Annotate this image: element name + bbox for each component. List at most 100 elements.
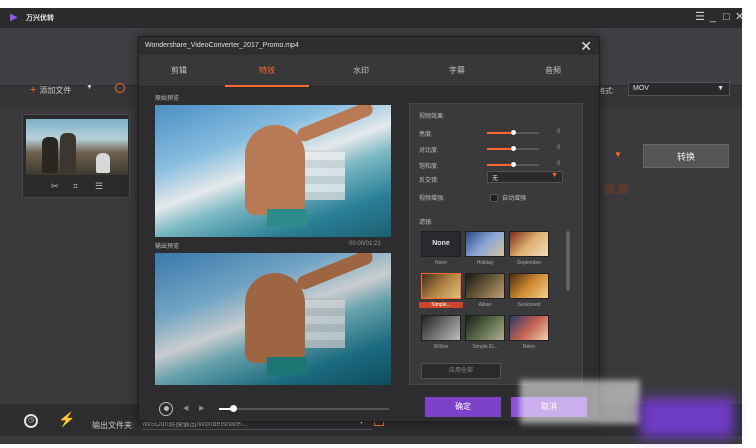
brightness-handle[interactable] xyxy=(511,130,516,135)
apply-all-button[interactable]: 应用全部 xyxy=(421,363,501,379)
preview-figure xyxy=(245,125,305,215)
output-preview xyxy=(155,253,391,385)
minimize-button[interactable]: _ xyxy=(710,11,716,23)
brightness-value: 0 xyxy=(557,129,561,135)
original-preview-label: 原始预览 xyxy=(155,96,180,102)
tab-effect[interactable]: 特效 xyxy=(237,65,297,76)
record-icon[interactable] xyxy=(115,83,125,93)
convert-button[interactable]: 转换 xyxy=(643,144,729,168)
filter-name: September xyxy=(516,260,542,266)
blurred-overlay xyxy=(520,380,640,424)
plus-icon: + xyxy=(30,84,37,96)
filter-tile[interactable] xyxy=(465,231,505,257)
brightness-label: 亮度: xyxy=(419,132,433,138)
crop-icon[interactable]: ⌗ xyxy=(73,181,78,192)
maximize-button[interactable]: □ xyxy=(723,11,730,23)
seek-handle[interactable] xyxy=(230,405,237,412)
mosaic-overlay xyxy=(305,298,345,348)
edit-dialog: Wondershare_VideoConverter_2017_Promo.mp… xyxy=(138,36,600,422)
tab-subtitle[interactable]: 字幕 xyxy=(427,65,487,76)
contrast-handle[interactable] xyxy=(511,146,516,151)
play-icon[interactable] xyxy=(159,402,173,416)
saturation-fill xyxy=(487,164,513,166)
filter-name: Willow xyxy=(433,344,449,350)
chevron-down-icon[interactable]: ▼ xyxy=(614,150,622,159)
filter-tile[interactable] xyxy=(465,315,505,341)
auto-enhance-checkbox[interactable] xyxy=(490,194,498,202)
original-preview xyxy=(155,105,391,237)
title-bar: ▶ 万兴优转 ☰ _ □ ✕ xyxy=(0,8,744,28)
edit-icon[interactable] xyxy=(605,184,615,194)
video-thumbnail[interactable] xyxy=(26,119,128,175)
video-effects-label: 视频效果: xyxy=(419,114,445,120)
filter-none-text: None xyxy=(432,240,450,247)
chevron-down-icon: ▼ xyxy=(551,172,558,179)
ok-button[interactable]: 确定 xyxy=(425,397,501,417)
preview-figure-shorts xyxy=(267,357,307,375)
brightness-fill xyxy=(487,132,513,134)
output-preview-label: 输出预览 xyxy=(155,244,180,250)
info-icon[interactable] xyxy=(618,184,628,194)
dialog-tabs: 剪辑 特效 水印 字幕 音频 xyxy=(139,55,599,87)
output-format-select[interactable]: MOV ▼ xyxy=(628,82,730,96)
thumbnail-figure xyxy=(42,137,58,173)
add-file-dropdown-icon[interactable]: ▼ xyxy=(86,84,93,91)
filter-tile[interactable] xyxy=(509,315,549,341)
deinterlace-value: 无 xyxy=(492,176,499,182)
tab-audio[interactable]: 音频 xyxy=(523,65,583,76)
playback-time: 00:00/01:21 xyxy=(349,241,381,247)
active-tab-indicator xyxy=(225,85,309,87)
filter-tile[interactable] xyxy=(421,315,461,341)
enhance-label: 视频增强: xyxy=(419,196,445,202)
tab-crop[interactable]: 剪辑 xyxy=(149,65,209,76)
filter-name: Simple El... xyxy=(472,344,498,350)
contrast-fill xyxy=(487,148,513,150)
preview-figure-arm xyxy=(295,105,375,144)
filter-tile[interactable] xyxy=(509,273,549,299)
filter-name: Holiday xyxy=(476,260,494,266)
filter-tile[interactable] xyxy=(509,231,549,257)
menu-icon[interactable]: ☰ xyxy=(695,11,705,23)
seek-track[interactable] xyxy=(219,408,389,410)
output-folder-label: 输出文件夹: xyxy=(92,421,135,430)
effects-icon[interactable]: ☰ xyxy=(95,181,103,192)
filter-name: Aibao xyxy=(478,302,492,308)
saturation-label: 饱和度: xyxy=(419,164,439,170)
thumbnail-figure xyxy=(60,133,76,173)
deinterlace-select[interactable]: 无 ▼ xyxy=(487,171,563,183)
filter-scrollbar[interactable] xyxy=(566,231,570,291)
scissors-icon[interactable]: ✂ xyxy=(51,181,59,192)
filter-tile[interactable]: None xyxy=(421,231,461,257)
dialog-title: Wondershare_VideoConverter_2017_Promo.mp… xyxy=(145,42,299,49)
filter-name: Simple... xyxy=(419,302,463,308)
chevron-down-icon: ▼ xyxy=(717,85,724,92)
dialog-close-button[interactable]: ✕ xyxy=(580,38,592,55)
app-logo-icon: ▶ xyxy=(10,12,18,23)
previous-frame-icon[interactable]: ◀ xyxy=(183,404,188,412)
preview-figure xyxy=(245,273,305,363)
filter-label: 滤镜: xyxy=(419,220,433,226)
saturation-handle[interactable] xyxy=(511,162,516,167)
file-item-card[interactable]: ✂ ⌗ ☰ xyxy=(22,114,130,198)
tab-watermark[interactable]: 水印 xyxy=(331,65,391,76)
output-format-value: MOV xyxy=(633,85,649,92)
filter-tile[interactable] xyxy=(465,273,505,299)
filter-name: Retro xyxy=(522,344,536,350)
contrast-value: 0 xyxy=(557,145,561,151)
deinterlace-label: 反交错: xyxy=(419,178,439,184)
saturation-value: 0 xyxy=(557,161,561,167)
close-button[interactable]: ✕ xyxy=(735,11,744,23)
filter-grid: None None Holiday September Simple... Aibao Su… xyxy=(419,229,569,355)
filter-name: Sunkissed xyxy=(517,302,541,308)
auto-enhance-label: 自动增强 xyxy=(502,196,527,202)
blurred-overlay xyxy=(640,398,734,438)
thumbnail-figure xyxy=(96,153,110,173)
add-file-label: 添加文件 xyxy=(39,86,72,95)
add-file-button[interactable]: + 添加文件 xyxy=(30,84,71,96)
filter-tile[interactable] xyxy=(421,273,461,299)
next-frame-icon[interactable]: ▶ xyxy=(199,404,204,412)
preview-figure-shorts xyxy=(267,209,307,227)
alarm-clock-icon[interactable]: ◷ xyxy=(24,414,38,428)
output-format-label: 格式: xyxy=(598,88,614,95)
lightning-icon[interactable]: ⚡ xyxy=(58,411,75,428)
